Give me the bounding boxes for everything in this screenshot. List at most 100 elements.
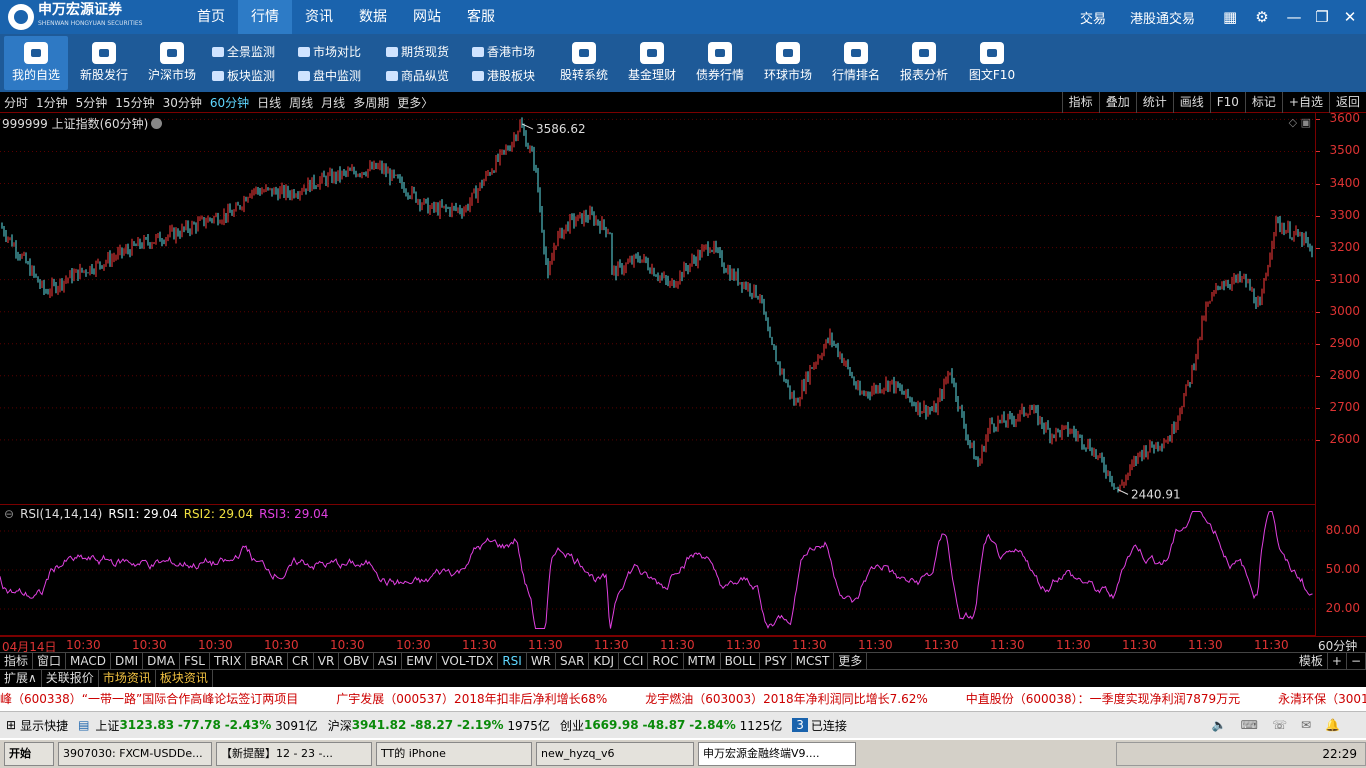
ticker-item[interactable]: 中直股份（600038）：一季度实现净利润7879万元 (966, 692, 1240, 706)
ticker-item[interactable]: 龙宇燃油（603003）2018年净利润同比增长7.62% (645, 692, 927, 706)
chart-tool-button[interactable]: 标记 (1244, 92, 1282, 113)
grid-icon[interactable]: ▦ (1219, 6, 1241, 28)
panorama-monitor-button[interactable]: 全景监测 (212, 43, 275, 61)
period-tab[interactable]: 日线 (257, 94, 281, 111)
chart-tool-button[interactable]: 统计 (1135, 92, 1173, 113)
indicator-tab[interactable]: WR (527, 653, 557, 669)
period-tab[interactable]: 分时 (4, 94, 28, 111)
chart-tool-button[interactable]: F10 (1209, 92, 1245, 113)
nav-item[interactable]: 网站 (400, 0, 454, 34)
chart-corner-icons[interactable]: ◇ ▣ (1289, 116, 1311, 129)
period-tab[interactable]: 周线 (289, 94, 313, 111)
indicator-tab[interactable]: MTM (684, 653, 721, 669)
watchlist-button[interactable]: 我的自选 (4, 36, 68, 90)
task-item[interactable]: 3907030: FXCM-USDDe... (58, 742, 212, 766)
period-tab[interactable]: 30分钟 (163, 94, 202, 111)
indicator-action[interactable]: 模板 (1295, 653, 1328, 669)
chart-tool-button[interactable]: 指标 (1061, 92, 1099, 113)
indicator-tab[interactable]: BRAR (246, 653, 289, 669)
info-tab[interactable]: 扩展∧ (0, 670, 42, 687)
ticker-item[interactable]: 永清环保（300187）2018年 (1278, 692, 1366, 706)
indicator-tab[interactable]: VOL-TDX (437, 653, 499, 669)
nav-item[interactable]: 首页 (184, 0, 238, 34)
ipo-button[interactable]: 新股发行 (72, 36, 136, 90)
hk-sector-button[interactable]: 港股板块 (472, 67, 535, 85)
chart-tool-button[interactable]: 画线 (1172, 92, 1210, 113)
indicator-tab[interactable]: RSI (498, 653, 527, 669)
task-item[interactable]: new_hyzq_v6 (536, 742, 694, 766)
bond-button[interactable]: 债券行情 (688, 36, 752, 90)
period-tab[interactable]: 月线 (321, 94, 345, 111)
market-compare-button[interactable]: 市场对比 (298, 43, 361, 61)
ticker-item[interactable]: 广宇发展（000537）2018年扣非后净利增长68% (336, 692, 607, 706)
news-ticker[interactable]: 峰（600338）“一带一路”国际合作高峰论坛签订两项目 广宇发展（000537）… (0, 687, 1366, 711)
restore-icon[interactable]: ❐ (1311, 6, 1333, 28)
period-tab[interactable]: 1分钟 (36, 94, 68, 111)
indicator-tab[interactable]: KDJ (589, 653, 620, 669)
indicator-tab[interactable]: ASI (374, 653, 403, 669)
intraday-monitor-button[interactable]: 盘中监测 (298, 67, 361, 85)
indicator-tab[interactable]: MACD (66, 653, 112, 669)
indicator-tab[interactable]: DMI (111, 653, 144, 669)
nav-item[interactable]: 客服 (454, 0, 508, 34)
trade-link[interactable]: 交易 (1080, 8, 1106, 27)
close-icon[interactable]: ✕ (1339, 6, 1361, 28)
indicator-tab[interactable]: MCST (792, 653, 835, 669)
task-item[interactable]: TT的 iPhone (376, 742, 532, 766)
nav-item[interactable]: 行情 (238, 0, 292, 34)
global-market-button[interactable]: 环球市场 (756, 36, 820, 90)
indicator-tab[interactable]: TRIX (210, 653, 247, 669)
indicator-tab[interactable]: ROC (648, 653, 684, 669)
chart-tool-button[interactable]: 返回 (1328, 92, 1366, 113)
period-tab[interactable]: 15分钟 (115, 94, 154, 111)
indicator-tab[interactable]: VR (314, 653, 340, 669)
nav-item[interactable]: 资讯 (292, 0, 346, 34)
indicator-tab[interactable]: 指标 (0, 653, 34, 669)
info-tab[interactable]: 关联报价 (42, 670, 99, 687)
dropdown-icon[interactable] (151, 118, 163, 129)
price-chart[interactable]: 3586.62 2440.91 999999 上证指数(60分钟) ◇ ▣ (0, 113, 1316, 505)
chart-tool-button[interactable]: 叠加 (1098, 92, 1136, 113)
plus-icon[interactable]: ⊞ (6, 718, 16, 732)
indicator-tab[interactable]: 窗口 (33, 653, 67, 669)
indicator-tab[interactable]: FSL (180, 653, 210, 669)
quick-keys[interactable]: 显示快捷 (20, 717, 68, 734)
indicator-action[interactable]: + (1328, 653, 1347, 669)
neeq-button[interactable]: 股转系统 (552, 36, 616, 90)
shsz-market-button[interactable]: 沪深市场 (140, 36, 204, 90)
chart-tool-button[interactable]: +自选 (1281, 92, 1329, 113)
indicator-action[interactable]: − (1347, 653, 1366, 669)
indicator-tab[interactable]: 更多 (834, 653, 868, 669)
indicator-tab[interactable]: SAR (556, 653, 590, 669)
nav-item[interactable]: 数据 (346, 0, 400, 34)
indicator-tab[interactable]: DMA (143, 653, 180, 669)
indicator-tab[interactable]: PSY (760, 653, 792, 669)
task-item-active[interactable]: 申万宏源金融终端V9.... (698, 742, 856, 766)
minimize-icon[interactable]: — (1283, 6, 1305, 28)
indicator-tab[interactable]: CR (288, 653, 314, 669)
indicator-tab[interactable]: CCI (619, 653, 649, 669)
collapse-icon[interactable]: ⊖ (4, 507, 14, 521)
info-tab[interactable]: 板块资讯 (156, 670, 213, 687)
start-button[interactable]: 开始 (4, 742, 54, 766)
fund-button[interactable]: 基金理财 (620, 36, 684, 90)
indicator-tab[interactable]: BOLL (721, 653, 761, 669)
period-tab[interactable]: 5分钟 (76, 94, 108, 111)
period-tab[interactable]: 多周期 (353, 94, 389, 111)
info-tab[interactable]: 市场资讯 (99, 670, 156, 687)
hk-market-button[interactable]: 香港市场 (472, 43, 535, 61)
period-tab[interactable]: 更多〉 (397, 94, 433, 111)
futures-spot-button[interactable]: 期货现货 (386, 43, 449, 61)
task-item[interactable]: 【新提醒】12 - 23 -... (216, 742, 372, 766)
indicator-tab[interactable]: OBV (339, 653, 374, 669)
sector-monitor-button[interactable]: 板块监测 (212, 67, 275, 85)
hk-connect-link[interactable]: 港股通交易 (1130, 8, 1195, 27)
rsi-chart[interactable]: ⊖ RSI(14,14,14) RSI1: 29.04 RSI2: 29.04 … (0, 505, 1316, 636)
period-tab[interactable]: 60分钟 (210, 94, 249, 111)
indicator-tab[interactable]: EMV (402, 653, 438, 669)
ticker-item[interactable]: 峰（600338）“一带一路”国际合作高峰论坛签订两项目 (0, 692, 298, 706)
ranking-button[interactable]: 行情排名 (824, 36, 888, 90)
f10-button[interactable]: 图文F10 (960, 36, 1024, 90)
gear-icon[interactable]: ⚙ (1251, 6, 1273, 28)
status-tool-icons[interactable]: 🔈⌨☏✉🔔 (1212, 718, 1354, 732)
